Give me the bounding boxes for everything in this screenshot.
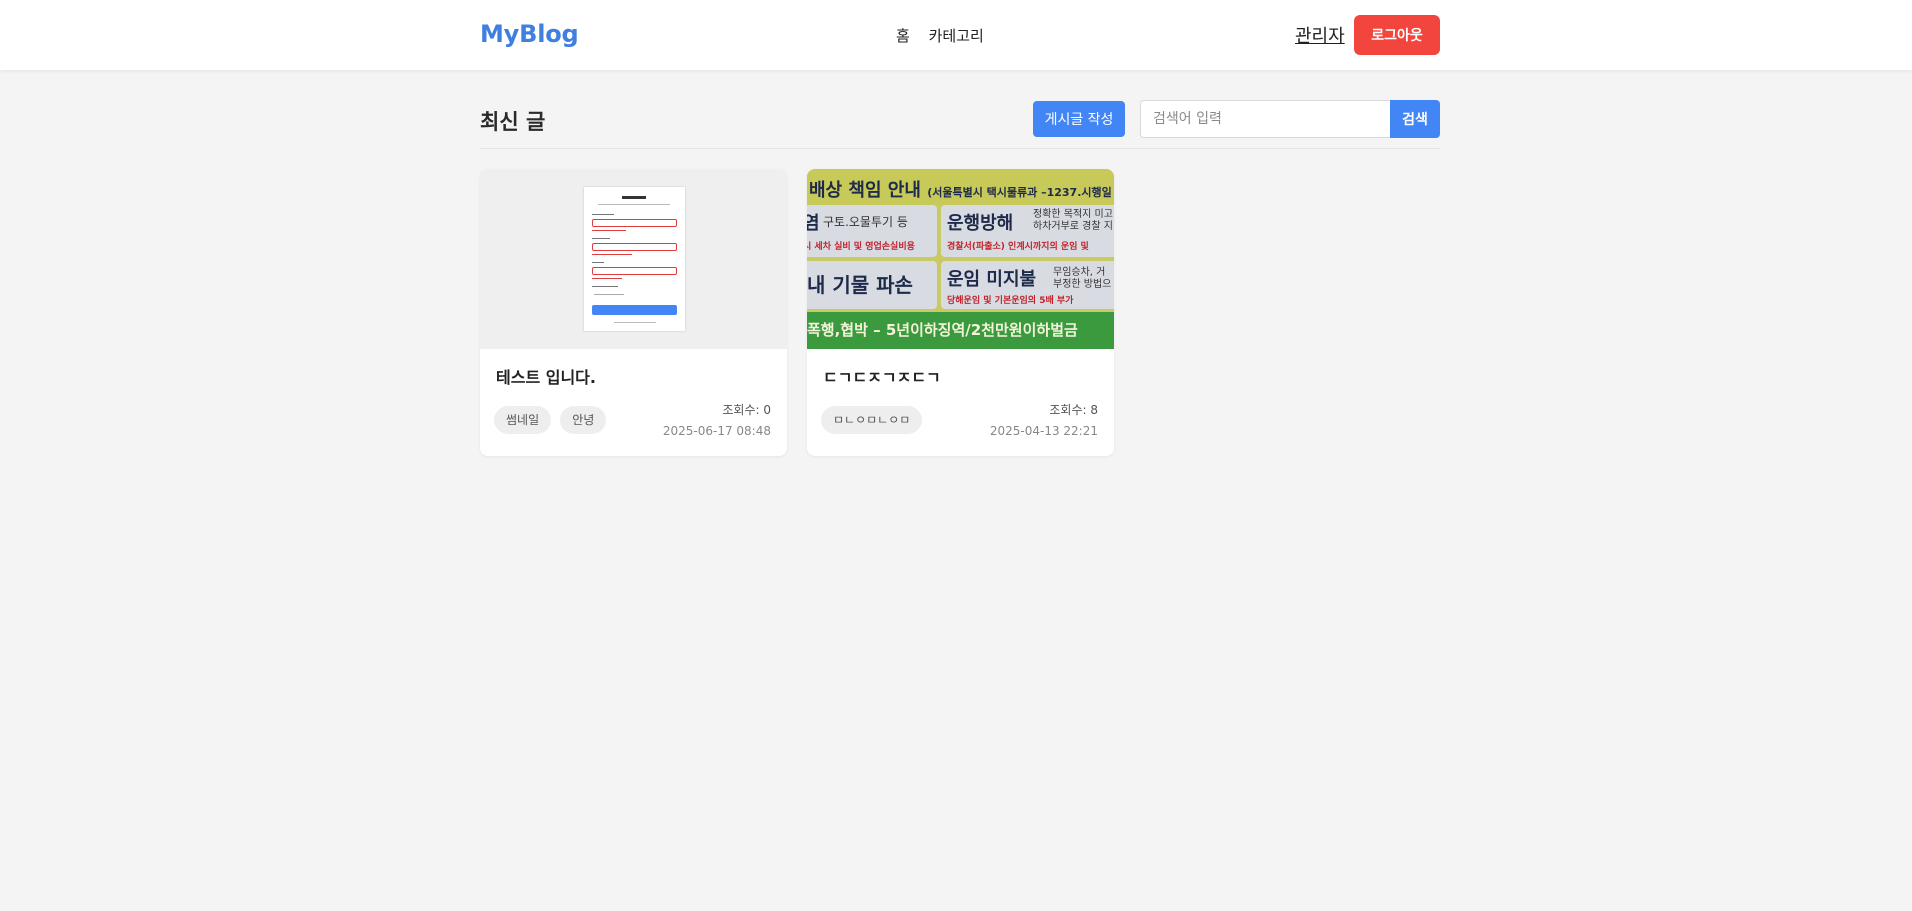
- nav-category[interactable]: 카테고리: [929, 27, 984, 45]
- page-title: 최신 글: [480, 110, 546, 134]
- admin-link[interactable]: 관리자: [1295, 22, 1345, 48]
- tag-chip[interactable]: 안녕: [560, 406, 607, 434]
- board-panel-d-main: 운임 미지불: [947, 269, 1037, 290]
- board-panel-b-main: 운행방해: [947, 213, 1014, 234]
- board-head-main: 배상 책임 안내: [809, 180, 921, 201]
- write-post-button[interactable]: 게시글 작성: [1033, 101, 1125, 137]
- board-panel-a-main: 염: [807, 213, 820, 234]
- post-card[interactable]: 테스트 입니다. 썸네일 안녕 조회수: 0 2025-06-17 08:48: [480, 169, 787, 456]
- view-count: 조회수: 8: [1049, 403, 1098, 417]
- board-panel-a-red: 시 세차 실비 및 영업손실비용: [807, 242, 915, 252]
- post-date: 2025-04-13 22:21: [989, 424, 1098, 438]
- post-date: 2025-06-17 08:48: [662, 424, 771, 438]
- post-tags: ㅁㄴㅇㅁㄴㅇㅁ: [821, 406, 926, 434]
- board-panel-b-sub1: 정확한 목적지 미고: [1033, 209, 1113, 220]
- search-button[interactable]: 검색: [1390, 100, 1440, 138]
- post-title[interactable]: ㄷㄱㄷㅈㄱㅈㄷㄱ: [823, 364, 941, 388]
- post-thumbnail: [480, 169, 787, 349]
- board-head-sub: (서울특별시 택시물류과 –1237.시행일: [927, 186, 1112, 199]
- post-card[interactable]: 배상 책임 안내 (서울특별시 택시물류과 –1237.시행일 염 구토.오물투…: [807, 169, 1114, 456]
- board-panel-d-sub2: 부정한 방법으: [1053, 279, 1112, 290]
- board-panel-d-red: 당해운임 및 기본운임의 5배 부가: [947, 296, 1074, 306]
- nav-home[interactable]: 홈: [896, 27, 910, 45]
- tag-chip[interactable]: ㅁㄴㅇㅁㄴㅇㅁ: [821, 406, 923, 434]
- tag-chip[interactable]: 썸네일: [494, 406, 552, 434]
- brand-logo[interactable]: MyBlog: [480, 20, 579, 48]
- sign-board-image: 배상 책임 안내 (서울특별시 택시물류과 –1237.시행일 염 구토.오물투…: [807, 169, 1114, 349]
- view-count: 조회수: 0: [722, 403, 771, 417]
- post-title[interactable]: 테스트 입니다.: [496, 364, 596, 388]
- top-header: MyBlog 홈 카테고리 관리자 로그아웃: [0, 0, 1912, 70]
- board-panel-b-red: 경찰서(파출소) 인계시까지의 운임 및: [947, 242, 1089, 252]
- board-panel-b-sub2: 하차거부로 경찰 지: [1033, 221, 1113, 232]
- board-panel-d-sub1: 무임승차, 거: [1053, 267, 1106, 278]
- post-thumbnail: 배상 책임 안내 (서울특별시 택시물류과 –1237.시행일 염 구토.오물투…: [807, 169, 1114, 349]
- board-panel-c-main: 내 기물 파손: [807, 273, 913, 297]
- title-divider: [480, 148, 1440, 149]
- post-tags: 썸네일 안녕: [494, 406, 610, 434]
- search-input[interactable]: [1140, 100, 1390, 138]
- form-screenshot-image: [584, 187, 685, 331]
- board-foot-text: 폭행,협박 – 5년이하징역/2천만원이하벌금: [807, 321, 1078, 339]
- logout-button[interactable]: 로그아웃: [1354, 15, 1440, 55]
- main-nav: 홈 카테고리: [896, 25, 998, 46]
- header-container: MyBlog 홈 카테고리 관리자 로그아웃: [480, 0, 1440, 70]
- board-panel-a-sub: 구토.오물투기 등: [823, 215, 908, 229]
